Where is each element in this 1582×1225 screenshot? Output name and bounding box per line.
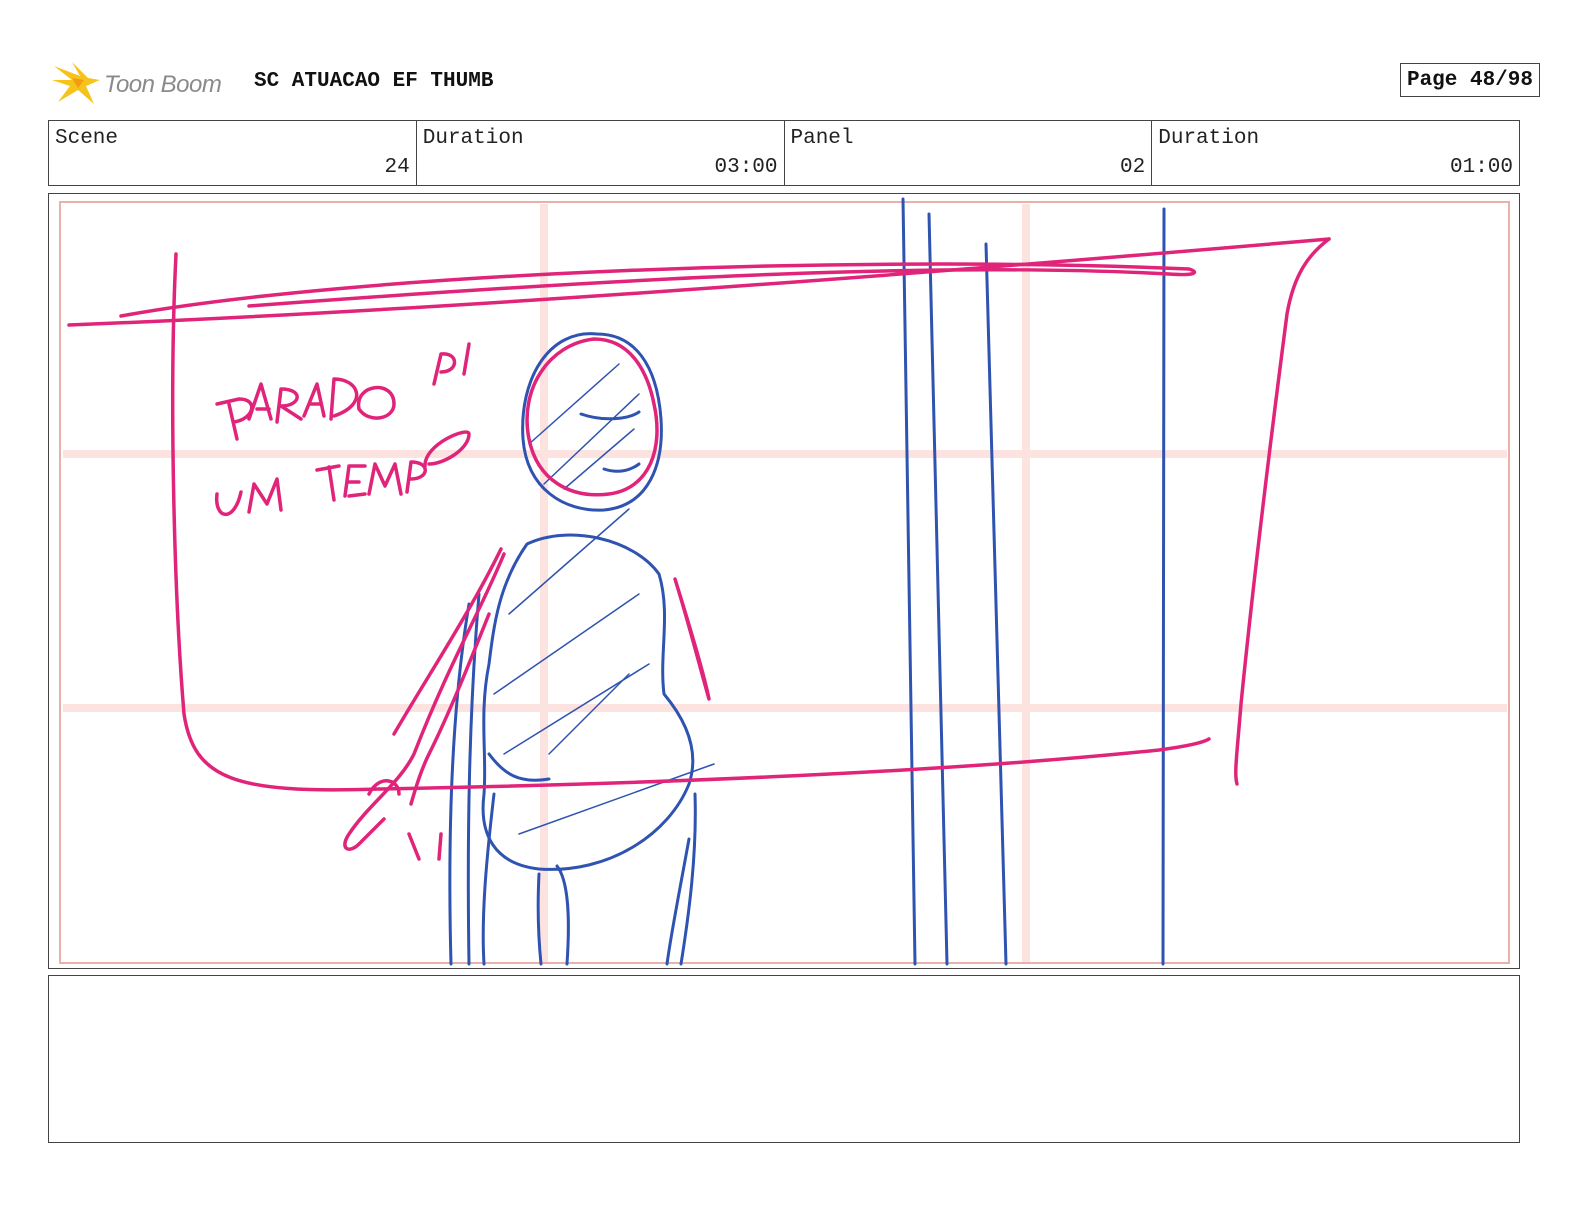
- scene-label: Scene: [55, 127, 119, 150]
- scene-value: 24: [384, 156, 410, 179]
- storyboard-header: Toon Boom SC ATUACAO EF THUMB Page 48/98: [48, 52, 1540, 112]
- notes-box[interactable]: [48, 975, 1520, 1143]
- sketch-canvas: PARADO P/ UM TEMPO: [59, 197, 1510, 966]
- panel-label: Panel: [790, 127, 854, 150]
- overlay-sketch: [67, 237, 1331, 861]
- project-title: SC ATUACAO EF THUMB: [254, 70, 494, 93]
- character-sketch: [448, 197, 1166, 966]
- panel-duration-cell: Duration 01:00: [1152, 121, 1519, 185]
- scene-duration-value: 03:00: [714, 156, 778, 179]
- page-indicator: Page 48/98: [1399, 63, 1540, 97]
- panel-info-table: Scene 24 Duration 03:00 Panel 02 Duratio…: [48, 120, 1520, 186]
- logo-text: Toon Boom: [104, 71, 222, 98]
- panel-cell: Panel 02: [785, 121, 1153, 185]
- annotation-line-1: PARADO P/: [217, 435, 228, 438]
- thirds-guides: [63, 204, 1507, 962]
- annotation-line-2: UM TEMPO: [217, 509, 228, 511]
- scene-duration-cell: Duration 03:00: [417, 121, 785, 185]
- sketch-panel: PARADO P/ UM TEMPO: [48, 193, 1520, 969]
- toon-boom-logo: Toon Boom: [50, 58, 240, 110]
- scene-cell: Scene 24: [49, 121, 417, 185]
- panel-value: 02: [1120, 156, 1146, 179]
- starburst-icon: [52, 62, 100, 104]
- scene-duration-label: Duration: [422, 127, 524, 150]
- panel-duration-label: Duration: [1158, 127, 1260, 150]
- panel-duration-value: 01:00: [1449, 156, 1513, 179]
